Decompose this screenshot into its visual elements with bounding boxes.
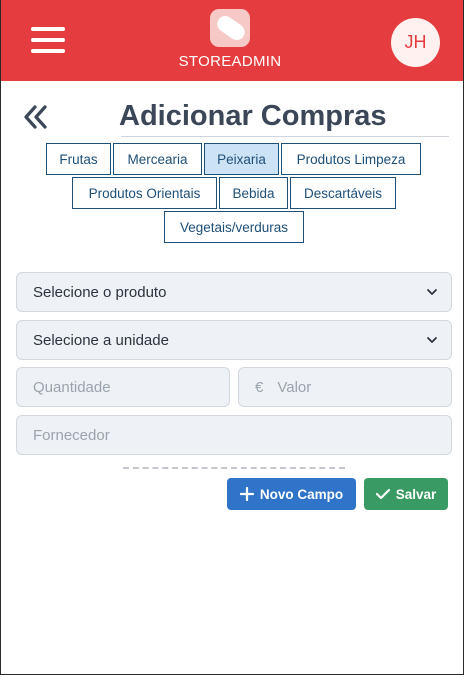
new-field-label: Novo Campo: [259, 486, 344, 502]
dashed-divider: [123, 467, 345, 469]
plus-icon: [239, 487, 254, 501]
supplier-placeholder: Fornecedor: [33, 426, 110, 444]
currency-symbol: €: [255, 378, 264, 396]
product-select-value: Selecione o produto: [33, 283, 167, 301]
brand-name: STOREADMIN: [178, 53, 282, 70]
quantity-placeholder: Quantidade: [33, 378, 111, 396]
category-chip-produtos-limpeza[interactable]: Produtos Limpeza: [281, 143, 421, 175]
unit-select-value: Selecione a unidade: [33, 331, 169, 349]
value-field[interactable]: € Valor: [238, 367, 452, 407]
product-select[interactable]: Selecione o produto: [16, 272, 452, 312]
supplier-field[interactable]: Fornecedor: [16, 415, 452, 455]
quantity-field[interactable]: Quantidade: [16, 367, 230, 407]
user-avatar[interactable]: JH: [391, 18, 440, 67]
category-chip-produtos-orientais[interactable]: Produtos Orientais: [72, 177, 217, 209]
category-chip-bebida[interactable]: Bebida: [219, 177, 288, 209]
category-chip-mercearia[interactable]: Mercearia: [113, 143, 202, 175]
title-divider: [121, 136, 449, 137]
value-placeholder: Valor: [277, 378, 312, 396]
check-icon: [375, 488, 390, 500]
new-field-button[interactable]: Novo Campo: [227, 478, 356, 510]
chevron-down-icon: [427, 337, 437, 343]
page-title: Adicionar Compras: [119, 100, 387, 132]
app-frame: STOREADMIN JH Adicionar Compras Frutas M…: [0, 0, 464, 675]
category-chip-vegetais-verduras[interactable]: Vegetais/verduras: [164, 211, 304, 243]
save-button[interactable]: Salvar: [364, 478, 448, 510]
chevron-down-icon: [427, 289, 437, 295]
menu-icon[interactable]: [31, 27, 65, 53]
category-chip-frutas[interactable]: Frutas: [46, 143, 111, 175]
store-logo-icon: [210, 9, 250, 47]
unit-select[interactable]: Selecione a unidade: [16, 320, 452, 360]
category-chip-descartaveis[interactable]: Descartáveis: [290, 177, 396, 209]
avatar-initials: JH: [404, 32, 427, 52]
back-double-chevron-icon[interactable]: [21, 103, 49, 131]
top-bar: STOREADMIN JH: [1, 0, 463, 81]
save-label: Salvar: [395, 486, 437, 502]
category-chip-peixaria[interactable]: Peixaria: [204, 143, 279, 175]
